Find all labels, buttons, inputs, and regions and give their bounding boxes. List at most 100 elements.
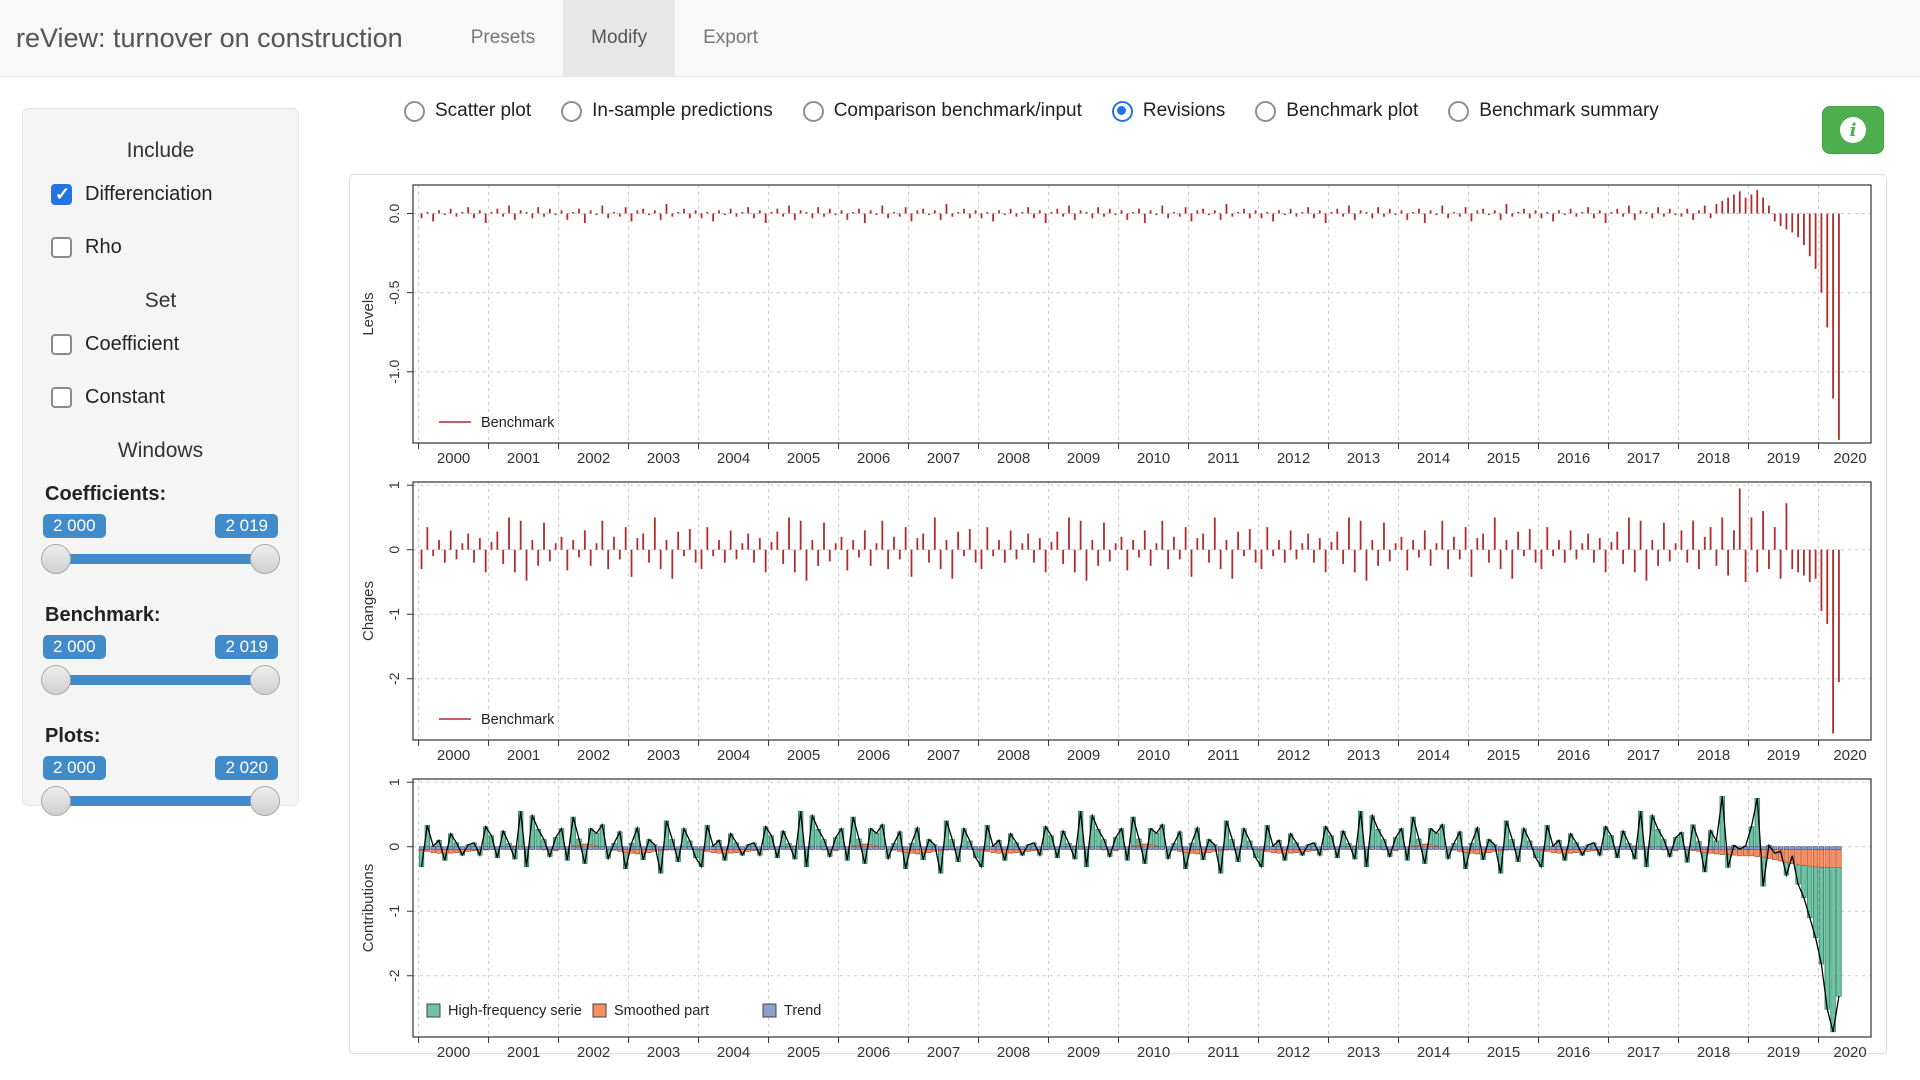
radio-in-sample-predictions[interactable]: In-sample predictions xyxy=(561,100,773,122)
svg-text:Benchmark: Benchmark xyxy=(481,415,555,431)
slider-handle-left[interactable] xyxy=(41,786,71,816)
tab-presets[interactable]: Presets xyxy=(443,0,563,76)
radio-label: Comparison benchmark/input xyxy=(834,100,1082,122)
svg-text:2008: 2008 xyxy=(997,1044,1030,1061)
svg-text:2006: 2006 xyxy=(857,450,890,467)
set-heading: Set xyxy=(43,289,278,313)
svg-text:-0.5: -0.5 xyxy=(386,280,402,304)
svg-text:2011: 2011 xyxy=(1207,747,1239,764)
svg-text:2017: 2017 xyxy=(1627,747,1660,764)
svg-text:2005: 2005 xyxy=(787,1044,820,1061)
range-slider[interactable]: 2 000 2 020 xyxy=(43,756,278,820)
checkbox-box[interactable] xyxy=(51,334,72,355)
radio-icon xyxy=(404,101,425,122)
tab-export[interactable]: Export xyxy=(675,0,786,76)
radio-icon xyxy=(561,101,582,122)
slider-track[interactable] xyxy=(43,796,278,806)
svg-text:2005: 2005 xyxy=(787,747,820,764)
svg-text:2006: 2006 xyxy=(857,747,890,764)
checkbox-box[interactable] xyxy=(51,237,72,258)
svg-text:2012: 2012 xyxy=(1277,747,1310,764)
svg-text:2004: 2004 xyxy=(717,747,750,764)
radio-icon xyxy=(1112,101,1133,122)
range-slider[interactable]: 2 000 2 019 xyxy=(43,635,278,699)
svg-text:2009: 2009 xyxy=(1067,1044,1100,1061)
checkbox-coefficient[interactable]: Coefficient xyxy=(51,333,278,356)
svg-text:2016: 2016 xyxy=(1557,1044,1590,1061)
svg-text:2010: 2010 xyxy=(1137,450,1170,467)
slider-min-badge: 2 000 xyxy=(43,635,106,659)
radio-benchmark-summary[interactable]: Benchmark summary xyxy=(1448,100,1659,122)
radio-label: Scatter plot xyxy=(435,100,531,122)
svg-text:2019: 2019 xyxy=(1767,450,1800,467)
svg-text:Benchmark: Benchmark xyxy=(481,712,555,728)
svg-text:-2: -2 xyxy=(386,672,402,685)
svg-text:2013: 2013 xyxy=(1347,1044,1380,1061)
svg-text:-1: -1 xyxy=(386,905,402,918)
tab-modify[interactable]: Modify xyxy=(563,0,675,76)
radio-revisions[interactable]: Revisions xyxy=(1112,100,1225,122)
svg-text:2020: 2020 xyxy=(1833,1044,1866,1061)
radio-scatter-plot[interactable]: Scatter plot xyxy=(404,100,531,122)
slider-handle-right[interactable] xyxy=(250,786,280,816)
svg-text:2003: 2003 xyxy=(647,1044,680,1061)
slider-handle-left[interactable] xyxy=(41,665,71,695)
slider-benchmark: Benchmark: 2 000 2 019 xyxy=(43,604,278,699)
checkbox-rho[interactable]: Rho xyxy=(51,236,278,259)
svg-text:2019: 2019 xyxy=(1767,747,1800,764)
svg-text:2018: 2018 xyxy=(1697,747,1730,764)
checkbox-differenciation[interactable]: Differenciation xyxy=(51,183,278,206)
svg-text:2019: 2019 xyxy=(1767,1044,1800,1061)
svg-text:Changes: Changes xyxy=(360,581,377,641)
checkbox-box[interactable] xyxy=(51,184,72,205)
svg-text:2014: 2014 xyxy=(1417,747,1450,764)
radio-benchmark-plot[interactable]: Benchmark plot xyxy=(1255,100,1418,122)
svg-text:Trend: Trend xyxy=(784,1003,821,1019)
svg-text:-2: -2 xyxy=(386,969,402,982)
svg-text:0: 0 xyxy=(386,546,402,554)
slider-coefficients: Coefficients: 2 000 2 019 xyxy=(43,483,278,578)
svg-text:2010: 2010 xyxy=(1137,747,1170,764)
svg-text:2003: 2003 xyxy=(647,747,680,764)
slider-track[interactable] xyxy=(43,675,278,685)
svg-text:High-frequency serie: High-frequency serie xyxy=(448,1003,582,1019)
range-slider[interactable]: 2 000 2 019 xyxy=(43,514,278,578)
svg-text:2001: 2001 xyxy=(507,1044,540,1061)
slider-min-badge: 2 000 xyxy=(43,514,106,538)
svg-text:1: 1 xyxy=(386,778,402,786)
slider-max-badge: 2 019 xyxy=(215,514,278,538)
include-heading: Include xyxy=(43,139,278,163)
svg-text:2011: 2011 xyxy=(1207,450,1239,467)
header: reView: turnover on construction Presets… xyxy=(0,0,1920,77)
checkbox-box[interactable] xyxy=(51,387,72,408)
svg-text:1: 1 xyxy=(386,481,402,489)
slider-label: Coefficients: xyxy=(45,483,278,506)
radio-label: In-sample predictions xyxy=(592,100,773,122)
radio-comparison-benchmark-input[interactable]: Comparison benchmark/input xyxy=(803,100,1082,122)
slider-handle-right[interactable] xyxy=(250,544,280,574)
svg-text:2014: 2014 xyxy=(1417,1044,1450,1061)
changes-chart: 10-1-22000200120022003200420052006200720… xyxy=(357,474,1879,766)
svg-text:2020: 2020 xyxy=(1833,450,1866,467)
svg-text:2020: 2020 xyxy=(1833,747,1866,764)
svg-text:2013: 2013 xyxy=(1347,747,1380,764)
svg-text:Levels: Levels xyxy=(360,292,377,335)
slider-handle-left[interactable] xyxy=(41,544,71,574)
slider-min-badge: 2 000 xyxy=(43,756,106,780)
contributions-chart: 10-1-22000200120022003200420052006200720… xyxy=(357,771,1879,1063)
svg-text:2007: 2007 xyxy=(927,1044,960,1061)
slider-handle-right[interactable] xyxy=(250,665,280,695)
radio-label: Benchmark summary xyxy=(1479,100,1659,122)
radio-icon xyxy=(1448,101,1469,122)
info-button[interactable]: i xyxy=(1822,106,1884,154)
radio-icon xyxy=(803,101,824,122)
slider-track[interactable] xyxy=(43,554,278,564)
sidebar-panel: Include Differenciation Rho Set Coeffici… xyxy=(22,108,299,806)
windows-heading: Windows xyxy=(43,439,278,463)
svg-text:2013: 2013 xyxy=(1347,450,1380,467)
svg-text:0.0: 0.0 xyxy=(386,204,402,224)
levels-chart: 0.0-0.5-1.020002001200220032004200520062… xyxy=(357,177,1879,469)
checkbox-constant[interactable]: Constant xyxy=(51,386,278,409)
svg-text:2014: 2014 xyxy=(1417,450,1450,467)
svg-text:Contributions: Contributions xyxy=(360,864,377,952)
